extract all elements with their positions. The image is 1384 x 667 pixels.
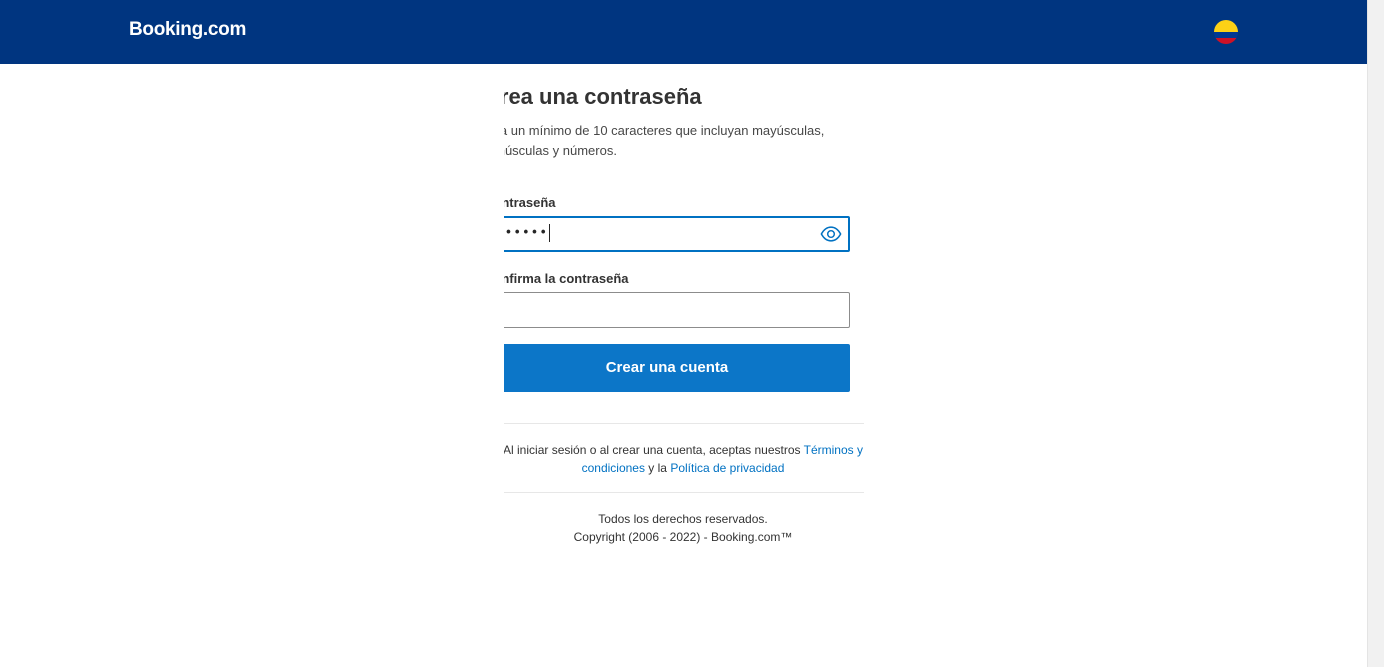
vertical-scrollbar[interactable]: [1367, 0, 1384, 667]
password-label: Contraseña: [504, 195, 556, 210]
password-requirements-text: Usa un mínimo de 10 caracteres que inclu…: [504, 123, 825, 158]
page-title: Crea una contraseña: [504, 84, 702, 109]
confirm-password-field[interactable]: [504, 292, 850, 328]
divider-top: [504, 423, 864, 424]
page: Booking.com Crea una contraseña Usa un m…: [0, 0, 1384, 667]
footer-rights: Todos los derechos reservados.: [598, 512, 768, 526]
confirm-password-label: Confirma la contraseña: [504, 271, 629, 286]
password-field[interactable]: ••••••: [504, 216, 850, 252]
show-password-eye-icon[interactable]: [820, 224, 842, 244]
text-caret: [549, 224, 551, 242]
footer-copyright: Copyright (2006 - 2022) - Booking.com™: [573, 530, 793, 544]
booking-logo[interactable]: Booking.com: [129, 19, 246, 41]
colombia-flag-icon[interactable]: [1214, 20, 1238, 44]
form-panel: Crea una contraseña Usa un mínimo de 10 …: [504, 64, 884, 667]
legal-text: Al iniciar sesión o al crear una cuenta,…: [504, 443, 863, 475]
footer: Todos los derechos reservados. Copyright…: [504, 510, 882, 546]
privacy-link[interactable]: Política de privacidad: [670, 461, 784, 475]
divider-bottom: [504, 492, 864, 493]
create-account-button[interactable]: Crear una cuenta: [504, 344, 850, 392]
top-header: Booking.com: [0, 0, 1367, 64]
password-value: ••••••: [504, 224, 551, 242]
